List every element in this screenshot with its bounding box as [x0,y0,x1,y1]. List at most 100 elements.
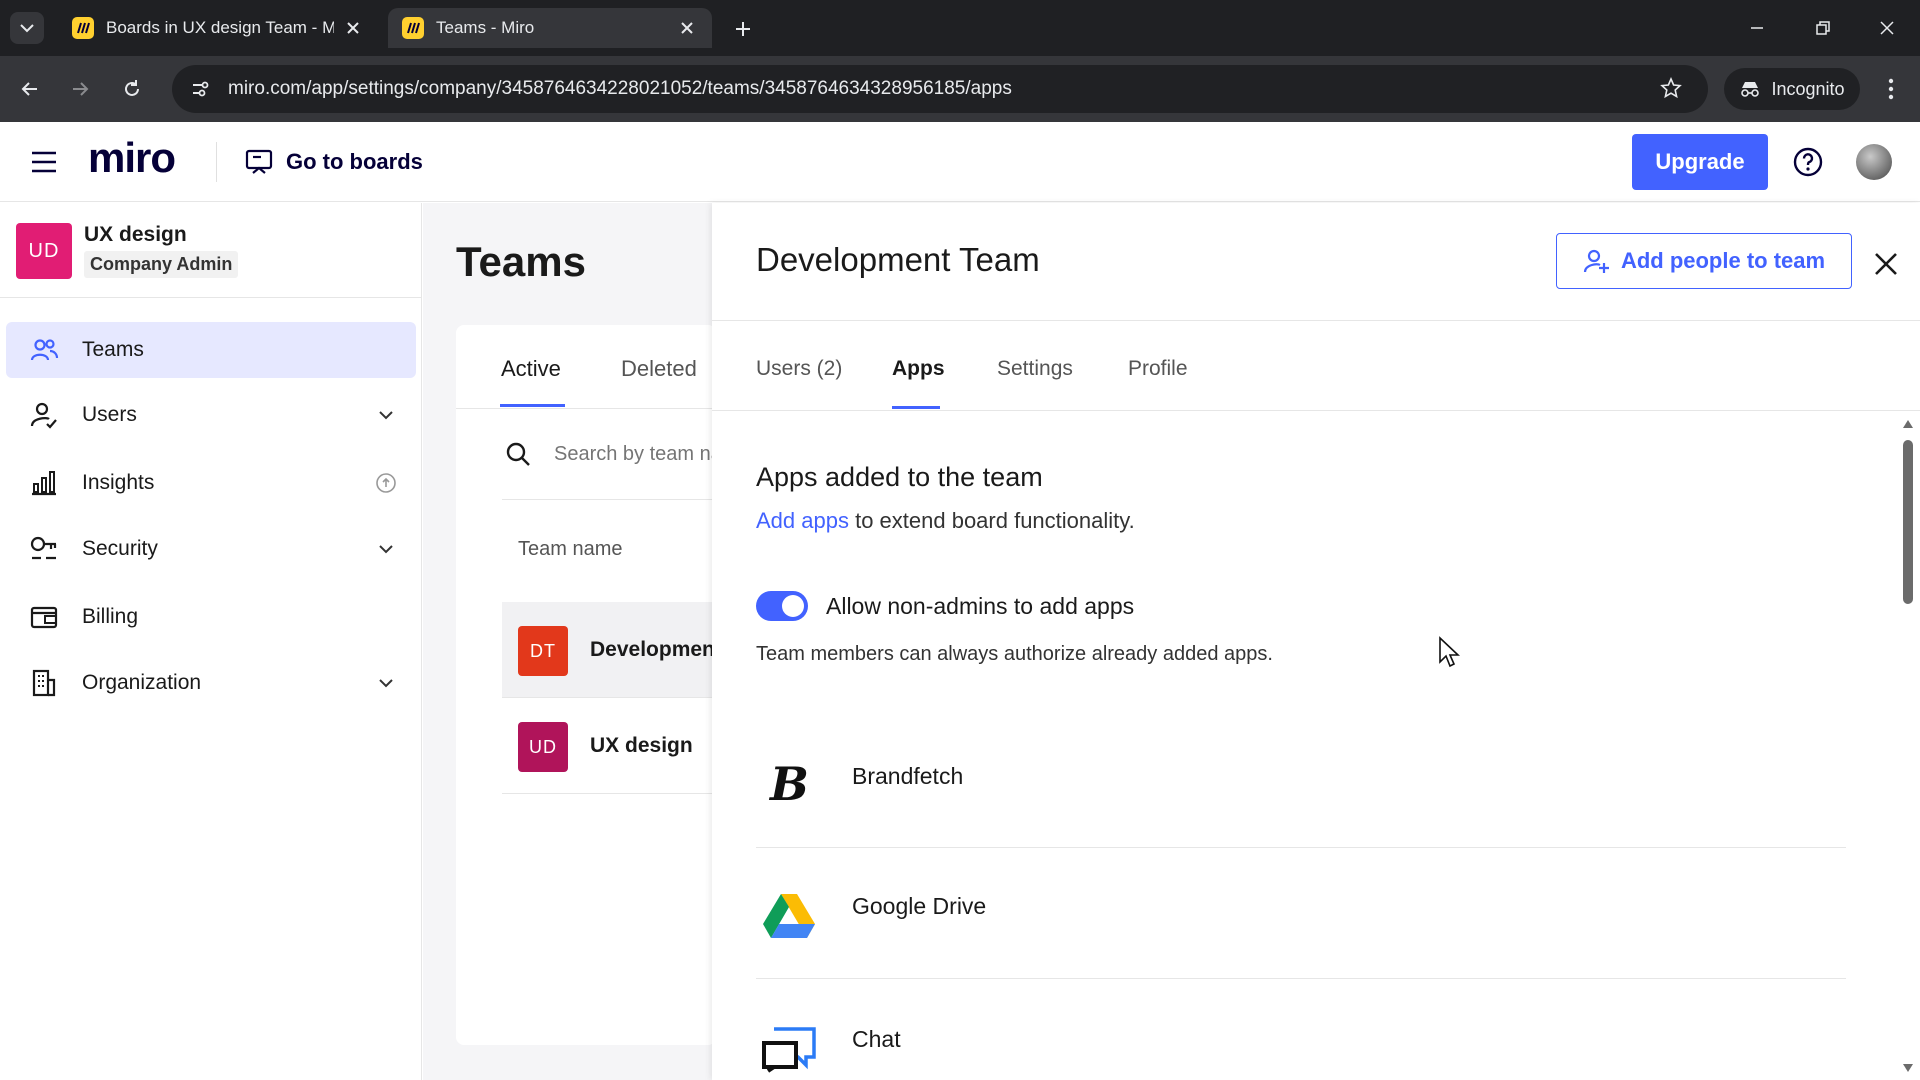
allow-non-admins-toggle[interactable] [756,591,808,621]
tab-apps[interactable]: Apps [892,357,945,381]
divider [712,410,1920,411]
incognito-label: Incognito [1771,78,1845,99]
browser-tab-boards[interactable]: Boards in UX design Team - Mi [58,8,378,48]
close-panel-button[interactable] [1870,248,1902,280]
billing-icon [28,601,60,633]
table-row[interactable]: UD UX design [502,698,716,794]
bookmark-star-icon[interactable] [1660,76,1682,104]
chevron-down-icon[interactable] [374,537,398,561]
close-tab-icon[interactable] [676,17,698,39]
settings-sidebar: UD UX design Company Admin Teams Users I… [0,203,422,1080]
user-avatar[interactable] [1856,144,1892,180]
tab-active[interactable]: Active [501,356,561,382]
search-icon [504,440,532,468]
chat-icon [760,1022,818,1080]
team-badge: UD [518,722,568,772]
app-header: miro Go to boards Upgrade [0,122,1920,202]
header-divider [216,142,217,182]
new-tab-button[interactable] [728,14,758,44]
miro-logo[interactable]: miro [88,134,176,182]
app-name: Chat [852,1026,901,1052]
tab-profile[interactable]: Profile [1128,357,1188,381]
list-item[interactable]: Google Drive [756,849,1846,979]
restore-button[interactable] [1800,10,1846,46]
browser-tab-teams[interactable]: Teams - Miro [388,8,712,48]
address-bar[interactable]: miro.com/app/settings/company/3458764634… [172,65,1708,113]
back-button[interactable] [12,71,48,107]
site-settings-icon[interactable] [190,79,210,99]
active-tab-indicator [500,404,565,407]
divider [0,297,422,298]
more-vertical-icon [1888,78,1894,100]
tab-title: Teams - Miro [436,18,535,37]
tab-deleted[interactable]: Deleted [621,356,697,382]
reload-icon [125,80,139,96]
miro-favicon-icon [402,17,424,39]
tab-settings[interactable]: Settings [997,357,1073,381]
help-icon[interactable] [1792,146,1824,178]
organization-icon [28,667,60,699]
org-badge: UD [16,223,72,279]
divider [712,320,1920,321]
close-window-button[interactable] [1864,10,1910,46]
sidebar-item-security[interactable]: Security [6,521,416,577]
incognito-indicator[interactable]: Incognito [1724,68,1860,110]
go-to-boards-button[interactable]: Go to boards [244,142,423,182]
mouse-cursor-icon [1439,636,1460,668]
list-item[interactable]: B Brandfetch [756,718,1846,848]
add-people-button[interactable]: Add people to team [1556,233,1852,289]
team-name: UX design [590,734,693,757]
divider [456,408,716,409]
tab-users[interactable]: Users (2) [756,357,842,381]
incognito-icon [1741,82,1760,97]
divider [502,499,716,500]
sidebar-item-billing[interactable]: Billing [6,589,416,645]
column-header-team-name[interactable]: Team name [518,538,623,561]
close-tab-icon[interactable] [342,17,364,39]
team-badge: DT [518,626,568,676]
scroll-up-arrow-icon[interactable] [1903,420,1913,428]
toggle-knob [782,595,804,617]
info-icon[interactable] [374,471,398,495]
chevron-down-icon[interactable] [374,403,398,427]
chevron-down-icon[interactable] [374,671,398,695]
list-item[interactable]: Chat [756,980,1846,1078]
toggle-label: Allow non-admins to add apps [826,593,1135,619]
sidebar-item-teams[interactable]: Teams [6,322,416,378]
reload-button[interactable] [114,71,150,107]
sidebar-item-label: Users [82,403,137,426]
close-icon [1875,253,1897,275]
arrow-left-icon [21,82,37,96]
browser-toolbar: miro.com/app/settings/company/3458764634… [0,56,1920,122]
sidebar-item-users[interactable]: Users [6,387,416,443]
scrollbar-thumb[interactable] [1903,440,1913,604]
insights-icon [28,467,60,499]
team-name: Development Team [590,638,716,661]
sidebar-item-label: Billing [82,605,139,628]
sidebar-item-insights[interactable]: Insights [6,455,416,511]
page-title: Teams [456,238,586,285]
app-name: Brandfetch [852,763,964,789]
sidebar-item-label: Insights [82,471,155,494]
add-apps-link[interactable]: Add apps [756,508,849,533]
browser-menu-button[interactable] [1876,74,1906,104]
tab-search-button[interactable] [10,12,44,44]
minimize-button[interactable] [1734,10,1780,46]
org-name: UX design [84,223,187,246]
go-to-boards-label: Go to boards [286,149,423,174]
forward-button[interactable] [62,71,98,107]
add-user-icon [1583,249,1609,273]
close-icon [1880,21,1894,35]
chevron-down-icon [20,24,34,33]
url-text[interactable]: miro.com/app/settings/company/3458764634… [228,78,1012,100]
sidebar-item-organization[interactable]: Organization [6,655,416,711]
active-tab-indicator [892,406,940,409]
menu-button[interactable] [28,148,60,176]
team-search-input[interactable] [554,438,714,470]
sidebar-item-label: Organization [82,671,202,694]
sidebar-item-label: Teams [82,338,144,361]
table-row[interactable]: DT Development Team [502,602,716,698]
security-icon [28,533,60,565]
scroll-down-arrow-icon[interactable] [1903,1064,1913,1072]
upgrade-button[interactable]: Upgrade [1632,134,1768,190]
